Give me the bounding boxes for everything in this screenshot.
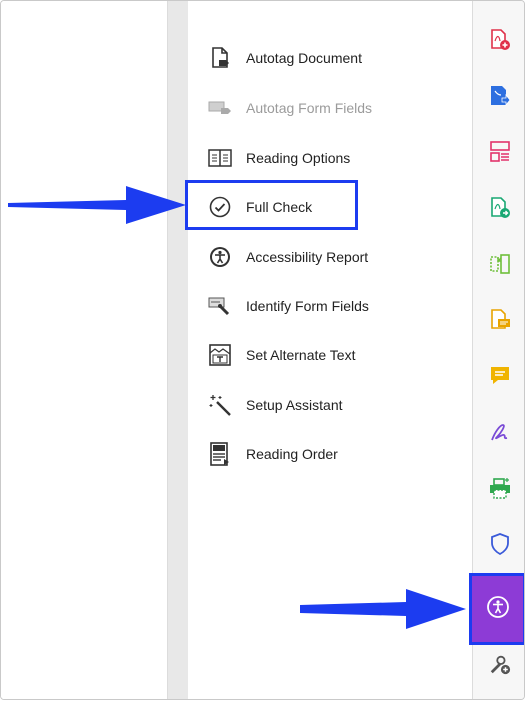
tool-setup-assistant[interactable]: Setup Assistant: [208, 388, 343, 422]
export-pdf-icon[interactable]: [489, 85, 511, 107]
tool-reading-order[interactable]: Reading Order: [208, 437, 338, 471]
protect-icon[interactable]: [489, 533, 511, 555]
tool-label: Reading Options: [246, 150, 351, 166]
send-for-review-icon[interactable]: [489, 197, 511, 219]
accessibility-icon: [486, 595, 510, 624]
comment-file-icon[interactable]: [489, 309, 511, 331]
document-area: [1, 1, 167, 699]
compress-icon[interactable]: [489, 253, 511, 275]
setup-assistant-icon: [208, 393, 232, 417]
tool-label: Set Alternate Text: [246, 347, 356, 363]
tool-label: Reading Order: [246, 446, 338, 462]
tool-label: Full Check: [246, 199, 313, 215]
tool-identify-form-fields[interactable]: Identify Form Fields: [208, 289, 369, 323]
autotag-form-fields-icon: [208, 96, 232, 120]
reading-order-icon: [208, 442, 232, 466]
set-alternate-text-icon: [208, 343, 232, 367]
autotag-document-icon: [208, 46, 232, 70]
identify-form-fields-icon: [208, 294, 232, 318]
reading-options-icon: [208, 146, 232, 170]
create-pdf-icon[interactable]: [489, 29, 511, 51]
print-production-icon[interactable]: [489, 477, 511, 499]
tool-label: Identify Form Fields: [246, 298, 369, 314]
tool-full-check[interactable]: Full Check: [208, 190, 312, 224]
accessibility-tools-panel: Autotag Document Autotag Form Fields Rea…: [188, 1, 472, 699]
tool-autotag-form-fields[interactable]: Autotag Form Fields: [208, 91, 372, 125]
full-check-icon: [208, 195, 232, 219]
tool-label: Accessibility Report: [246, 249, 369, 265]
comment-icon[interactable]: [489, 365, 511, 387]
tool-reading-options[interactable]: Reading Options: [208, 141, 350, 175]
app-window: Autotag Document Autotag Form Fields Rea…: [0, 0, 525, 700]
tool-label: Autotag Document: [246, 50, 362, 66]
tool-accessibility-report[interactable]: Accessibility Report: [208, 240, 368, 274]
fill-sign-icon[interactable]: [489, 421, 511, 443]
tool-autotag-document[interactable]: Autotag Document: [208, 41, 362, 75]
accessibility-report-icon: [208, 245, 232, 269]
organize-pages-icon[interactable]: [489, 141, 511, 163]
tool-label: Autotag Form Fields: [246, 100, 373, 116]
accessibility-tool-button[interactable]: [469, 573, 524, 645]
panel-divider[interactable]: [167, 1, 189, 699]
tool-label: Setup Assistant: [246, 397, 343, 413]
more-tools-icon[interactable]: [489, 653, 511, 675]
tool-set-alternate-text[interactable]: Set Alternate Text: [208, 338, 355, 372]
